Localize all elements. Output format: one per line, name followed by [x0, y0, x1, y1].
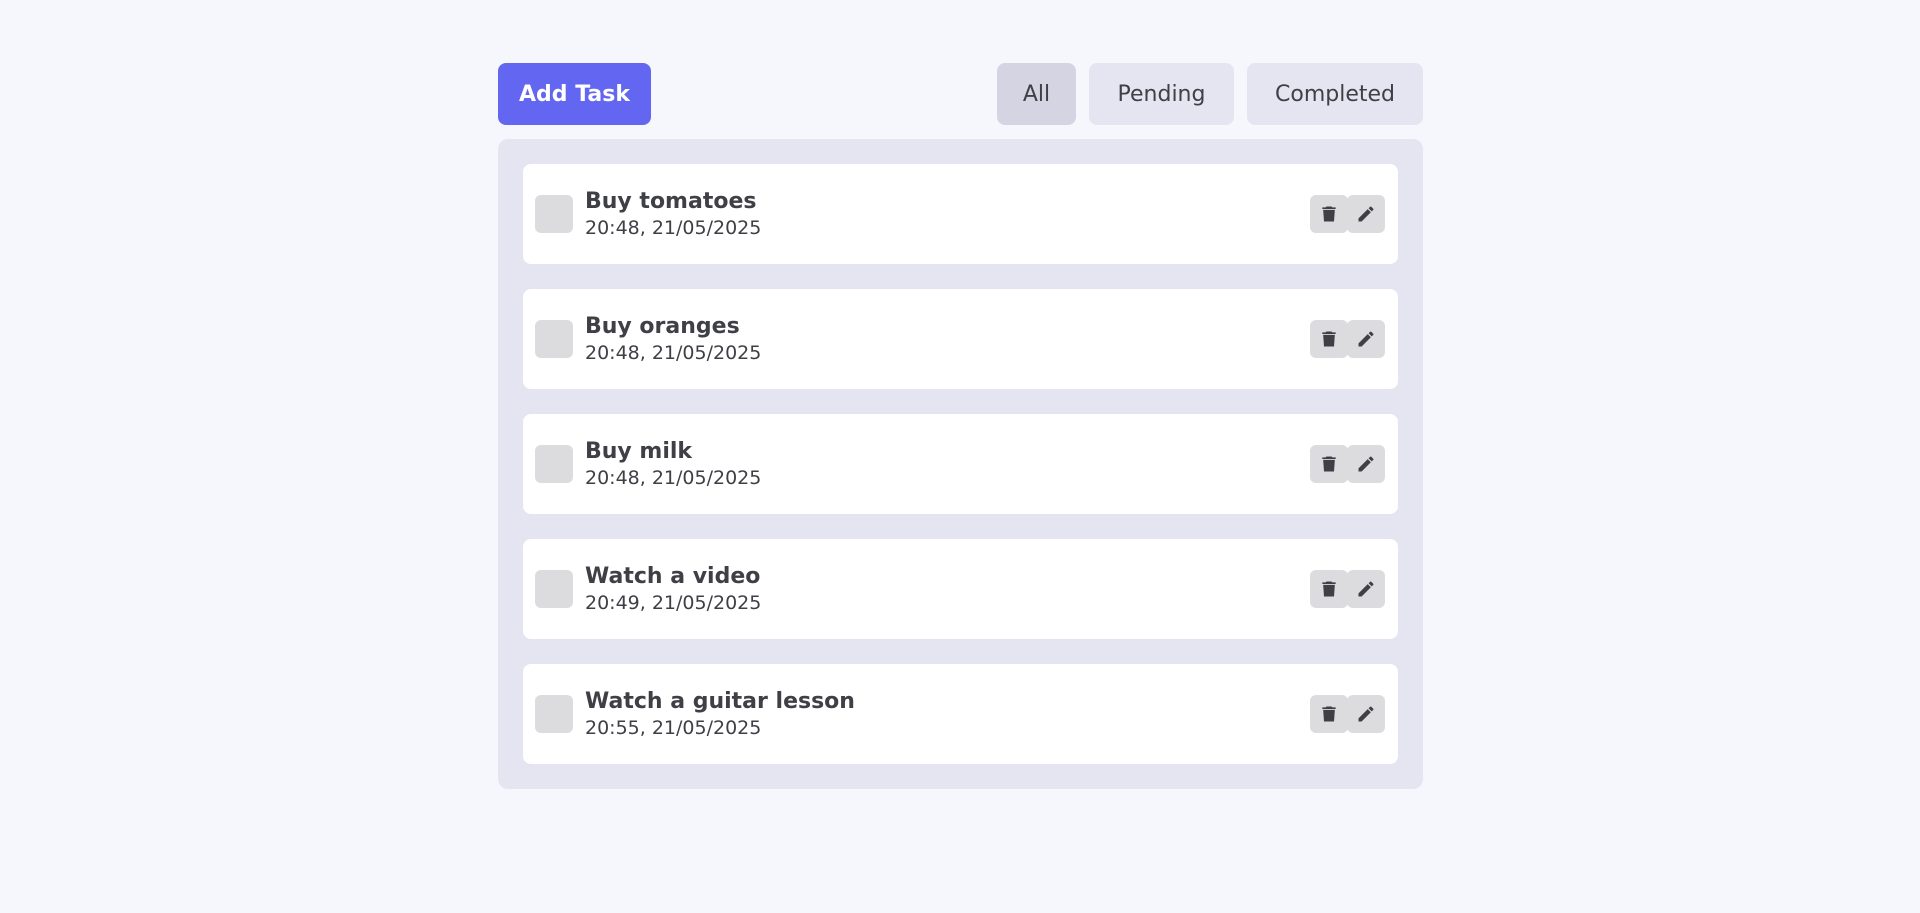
filter-completed-button[interactable]: Completed [1247, 63, 1423, 125]
task-item: Watch a video 20:49, 21/05/2025 [523, 539, 1398, 639]
task-checkbox[interactable] [535, 445, 573, 483]
task-timestamp: 20:49, 21/05/2025 [585, 592, 762, 614]
task-checkbox[interactable] [535, 695, 573, 733]
task-list: Buy tomatoes 20:48, 21/05/2025 Buy orang… [498, 139, 1423, 789]
task-title: Watch a guitar lesson [585, 689, 855, 714]
task-timestamp: 20:48, 21/05/2025 [585, 467, 762, 489]
todo-app: Add Task All Pending Completed Buy tomat… [498, 63, 1423, 789]
add-task-button[interactable]: Add Task [498, 63, 651, 125]
edit-task-button[interactable] [1347, 195, 1385, 233]
task-title: Watch a video [585, 564, 761, 589]
task-item: Buy milk 20:48, 21/05/2025 [523, 414, 1398, 514]
delete-task-button[interactable] [1310, 445, 1348, 483]
delete-task-button[interactable] [1310, 695, 1348, 733]
task-checkbox[interactable] [535, 570, 573, 608]
pencil-icon [1358, 331, 1374, 347]
task-checkbox[interactable] [535, 320, 573, 358]
trash-icon [1322, 206, 1336, 222]
edit-task-button[interactable] [1347, 570, 1385, 608]
task-text: Watch a video 20:49, 21/05/2025 [585, 563, 761, 615]
task-checkbox[interactable] [535, 195, 573, 233]
pencil-icon [1358, 456, 1374, 472]
task-text: Buy milk 20:48, 21/05/2025 [585, 438, 761, 490]
task-title: Buy oranges [585, 314, 740, 339]
trash-icon [1322, 331, 1336, 347]
task-title: Buy tomatoes [585, 189, 757, 214]
edit-task-button[interactable] [1347, 445, 1385, 483]
task-timestamp: 20:48, 21/05/2025 [585, 217, 762, 239]
task-timestamp: 20:55, 21/05/2025 [585, 717, 762, 739]
edit-task-button[interactable] [1347, 695, 1385, 733]
trash-icon [1322, 706, 1336, 722]
toolbar: Add Task All Pending Completed [498, 63, 1423, 125]
task-item: Buy tomatoes 20:48, 21/05/2025 [523, 164, 1398, 264]
delete-task-button[interactable] [1310, 320, 1348, 358]
pencil-icon [1358, 581, 1374, 597]
pencil-icon [1358, 706, 1374, 722]
filter-group: All Pending Completed [997, 63, 1423, 125]
delete-task-button[interactable] [1310, 195, 1348, 233]
pencil-icon [1358, 206, 1374, 222]
task-title: Buy milk [585, 439, 693, 464]
trash-icon [1322, 581, 1336, 597]
task-item: Watch a guitar lesson 20:55, 21/05/2025 [523, 664, 1398, 764]
edit-task-button[interactable] [1347, 320, 1385, 358]
task-timestamp: 20:48, 21/05/2025 [585, 342, 762, 364]
filter-pending-button[interactable]: Pending [1089, 63, 1234, 125]
task-text: Buy tomatoes 20:48, 21/05/2025 [585, 188, 761, 240]
task-text: Watch a guitar lesson 20:55, 21/05/2025 [585, 688, 855, 740]
delete-task-button[interactable] [1310, 570, 1348, 608]
task-text: Buy oranges 20:48, 21/05/2025 [585, 313, 761, 365]
trash-icon [1322, 456, 1336, 472]
task-item: Buy oranges 20:48, 21/05/2025 [523, 289, 1398, 389]
filter-all-button[interactable]: All [997, 63, 1076, 125]
